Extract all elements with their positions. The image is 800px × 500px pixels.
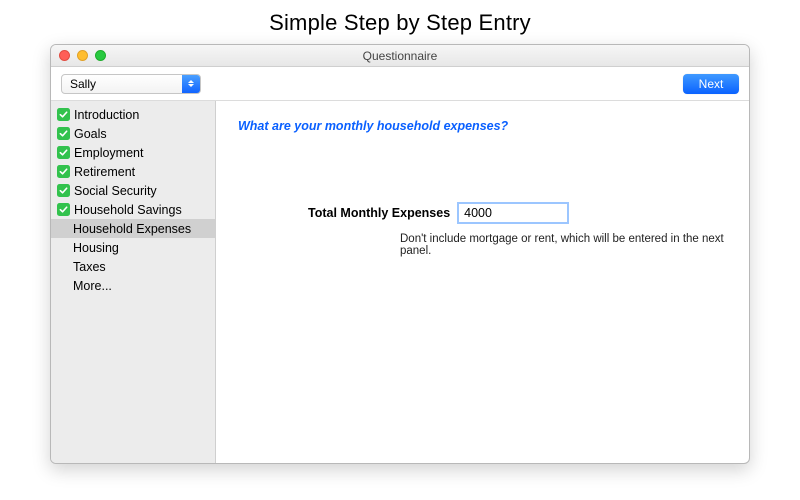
sidebar-item-label: Social Security xyxy=(74,184,157,198)
sidebar-item-label: More... xyxy=(73,279,112,293)
sidebar-item-retirement[interactable]: Retirement xyxy=(51,162,215,181)
sidebar-item-social-security[interactable]: Social Security xyxy=(51,181,215,200)
sidebar-item-employment[interactable]: Employment xyxy=(51,143,215,162)
sidebar-item-more[interactable]: More... xyxy=(51,276,215,295)
main-panel: What are your monthly household expenses… xyxy=(216,101,749,463)
sidebar-item-goals[interactable]: Goals xyxy=(51,124,215,143)
window-body: Introduction Goals Employment Retirement Soc… xyxy=(51,101,749,463)
page-title: Simple Step by Step Entry xyxy=(0,0,800,44)
sidebar-item-label: Household Savings xyxy=(74,203,182,217)
check-icon xyxy=(57,184,70,197)
toolbar: Sally Next xyxy=(51,67,749,101)
minimize-icon[interactable] xyxy=(77,50,88,61)
expenses-label: Total Monthly Expenses xyxy=(308,206,450,220)
window-controls xyxy=(51,50,106,61)
sidebar-item-label: Taxes xyxy=(73,260,106,274)
window-titlebar: Questionnaire xyxy=(51,45,749,67)
sidebar-item-label: Employment xyxy=(74,146,143,160)
next-button[interactable]: Next xyxy=(683,74,739,94)
person-select[interactable]: Sally xyxy=(61,74,201,94)
total-monthly-expenses-input[interactable] xyxy=(458,203,568,223)
sidebar: Introduction Goals Employment Retirement Soc… xyxy=(51,101,216,463)
sidebar-item-label: Retirement xyxy=(74,165,135,179)
expenses-hint: Don't include mortgage or rent, which wi… xyxy=(400,233,727,257)
question-prompt: What are your monthly household expenses… xyxy=(238,119,727,133)
check-icon xyxy=(57,146,70,159)
sidebar-item-label: Household Expenses xyxy=(73,222,191,236)
person-select-value: Sally xyxy=(70,77,96,91)
app-window: Questionnaire Sally Next Introduction Goa… xyxy=(50,44,750,464)
check-icon xyxy=(57,165,70,178)
close-icon[interactable] xyxy=(59,50,70,61)
check-icon xyxy=(57,203,70,216)
sidebar-item-label: Goals xyxy=(74,127,107,141)
window-title: Questionnaire xyxy=(51,49,749,63)
sidebar-item-label: Housing xyxy=(73,241,119,255)
sidebar-item-taxes[interactable]: Taxes xyxy=(51,257,215,276)
check-icon xyxy=(57,127,70,140)
sidebar-item-household-expenses[interactable]: Household Expenses xyxy=(51,219,215,238)
sidebar-item-label: Introduction xyxy=(74,108,139,122)
sidebar-item-household-savings[interactable]: Household Savings xyxy=(51,200,215,219)
expenses-form-row: Total Monthly Expenses xyxy=(308,203,727,223)
sidebar-item-housing[interactable]: Housing xyxy=(51,238,215,257)
updown-icon xyxy=(182,75,200,93)
zoom-icon[interactable] xyxy=(95,50,106,61)
sidebar-item-introduction[interactable]: Introduction xyxy=(51,105,215,124)
check-icon xyxy=(57,108,70,121)
